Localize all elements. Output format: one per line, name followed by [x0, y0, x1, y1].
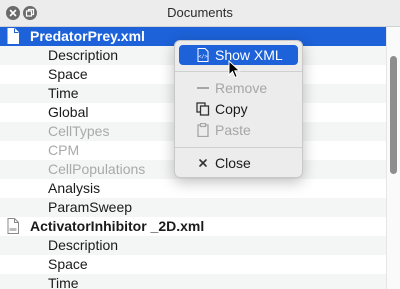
menu-item-remove[interactable]: Remove [179, 78, 298, 98]
document-icon [7, 218, 19, 234]
xml-icon: </> [197, 48, 209, 62]
tree-item-label: Description [48, 237, 119, 253]
svg-text:</>: </> [198, 54, 207, 60]
menu-separator [175, 147, 302, 148]
tree-item-label: Time [48, 275, 79, 289]
tree-item-label: Space [48, 66, 88, 82]
copy-icon [196, 102, 210, 116]
tree-item-label: Global [48, 104, 89, 120]
minus-icon [197, 87, 209, 89]
menu-item-paste[interactable]: Paste [179, 120, 298, 140]
tree-item[interactable]: Time [0, 274, 386, 289]
document-icon [7, 28, 19, 44]
menu-item-label: Copy [215, 101, 248, 117]
window-titlebar: Documents [0, 0, 400, 27]
tree-file-name: ActivatorInhibitor _2D.xml [30, 218, 205, 234]
tree-item[interactable]: ParamSweep [0, 198, 386, 217]
tree-item-label: Analysis [48, 180, 101, 196]
tree-item[interactable]: Description [0, 236, 386, 255]
paste-icon [197, 123, 209, 137]
menu-item-close[interactable]: Close [179, 153, 298, 173]
menu-item-label: Paste [215, 122, 251, 138]
tree-item-label: CPM [48, 142, 80, 158]
vertical-scrollbar[interactable] [386, 27, 400, 289]
tree-item-label: Description [48, 47, 119, 63]
scrollbar-thumb[interactable] [390, 56, 397, 174]
tree-file-row[interactable]: ActivatorInhibitor _2D.xml [0, 217, 386, 236]
menu-item-label: Show XML [215, 47, 283, 63]
tree-item[interactable]: Analysis [0, 179, 386, 198]
menu-item-label: Remove [215, 80, 268, 96]
menu-item-label: Close [215, 155, 251, 171]
mouse-pointer-icon [228, 60, 241, 79]
tree-item-label: Space [48, 256, 88, 272]
tree-file-name: PredatorPrey.xml [30, 28, 145, 44]
tree-item-label: Time [48, 85, 79, 101]
tree-item-label: ParamSweep [48, 199, 133, 215]
tree-item[interactable]: Space [0, 255, 386, 274]
tree-item-label: CellTypes [48, 123, 110, 139]
window-title: Documents [167, 5, 233, 20]
close-x-icon [199, 159, 207, 167]
menu-item-copy[interactable]: Copy [179, 99, 298, 119]
tree-item-label: CellPopulations [48, 161, 146, 177]
